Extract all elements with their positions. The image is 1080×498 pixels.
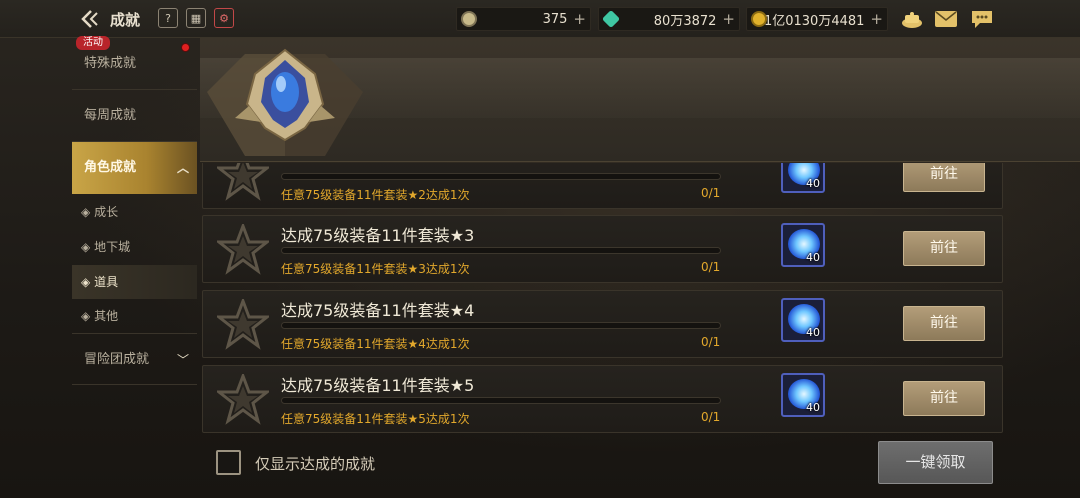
- sidebar-subitem-label: 成长: [94, 205, 119, 219]
- reward-qty: 40: [806, 177, 820, 190]
- sidebar-subitem-label: 地下城: [94, 240, 131, 254]
- sidebar-subitem-label: 其他: [94, 309, 119, 323]
- claim-all-button[interactable]: 一键领取: [878, 441, 993, 484]
- achievement-progress-bar: [281, 173, 721, 180]
- go-button[interactable]: 前往: [903, 381, 985, 416]
- sidebar-item-label: 角色成就: [84, 160, 137, 175]
- gem-currency: 80万3872 +: [598, 7, 740, 31]
- reward-qty: 40: [806, 251, 820, 264]
- event-badge: 活动: [76, 36, 110, 50]
- coin-icon: [461, 11, 477, 27]
- achievement-count: 0/1: [701, 260, 721, 274]
- sidebar-item-label: 特殊成就: [84, 56, 137, 71]
- star-emblem-icon: [217, 224, 269, 275]
- sidebar-item-label: 冒险团成就: [84, 352, 150, 367]
- help-glyph: ?: [165, 11, 171, 25]
- reward-item[interactable]: 40: [781, 223, 825, 267]
- achievement-desc: 任意75级装备11件套装★5达成1次: [281, 412, 470, 426]
- coin-plus-button[interactable]: +: [573, 11, 586, 27]
- back-arrow-icon: [81, 10, 98, 28]
- gold-value: 1亿0130万4481: [763, 13, 865, 29]
- star-emblem-icon: [217, 163, 269, 201]
- achievement-row: 任意75级装备11件套装★2达成1次 0/1 40 前往: [202, 163, 1003, 209]
- reward-item[interactable]: 40: [781, 298, 825, 342]
- reward-qty: 40: [806, 326, 820, 339]
- reward-qty: 40: [806, 401, 820, 414]
- calendar-glyph: ▦: [190, 11, 202, 25]
- show-completed-label: 仅显示达成的成就: [255, 455, 376, 473]
- gem-plus-button[interactable]: +: [722, 11, 735, 27]
- sidebar-subitem-items[interactable]: ◈ 道具: [72, 265, 197, 299]
- achievement-progress-bar: [281, 397, 721, 404]
- sidebar-subitem-growth[interactable]: ◈ 成长: [72, 195, 197, 229]
- achievement-count: 0/1: [701, 186, 721, 200]
- sidebar-subitem-dungeon[interactable]: ◈ 地下城: [72, 230, 197, 264]
- sidebar-item-character[interactable]: 角色成就 ︿: [72, 142, 197, 194]
- calendar-icon[interactable]: ▦: [186, 8, 206, 28]
- sidebar-item-weekly[interactable]: 每周成就: [72, 90, 197, 142]
- chevron-down-icon: ﹀: [176, 353, 189, 367]
- achievement-list: 任意75级装备11件套装★2达成1次 0/1 40 前往 达成75级装备11件套…: [200, 163, 1005, 433]
- notification-dot: [181, 43, 190, 52]
- achievement-desc: 任意75级装备11件套装★4达成1次: [281, 337, 470, 351]
- star-emblem-icon: [217, 299, 269, 350]
- bullet-icon: ◈: [81, 240, 91, 254]
- sidebar-item-adventure[interactable]: 冒险团成就 ﹀: [72, 333, 197, 385]
- shop-glyph: [902, 12, 922, 28]
- star-emblem-icon: [217, 374, 269, 425]
- bullet-icon: ◈: [81, 309, 91, 323]
- bullet-icon: ◈: [81, 205, 91, 219]
- mail-glyph: [935, 11, 957, 27]
- go-button[interactable]: 前往: [903, 306, 985, 341]
- gold-currency: 1亿0130万4481 +: [746, 7, 888, 31]
- gem-value: 80万3872: [653, 13, 717, 29]
- gem-icon: [601, 9, 621, 29]
- rank-emblem-icon: [207, 48, 363, 156]
- achievement-row: 达成75级装备11件套装★5 任意75级装备11件套装★5达成1次 0/1 40…: [202, 365, 1003, 433]
- coin-value: 375: [542, 11, 568, 27]
- gold-coin-icon: [751, 11, 767, 27]
- reward-item[interactable]: 40: [781, 163, 825, 193]
- category-sidebar: 特殊成就 活动 每周成就 角色成就 ︿ ◈ 成长 ◈ 地下城 ◈ 道具 ◈ 其他…: [72, 36, 197, 388]
- coin-currency: 375 +: [456, 7, 591, 31]
- sidebar-item-special[interactable]: 特殊成就 活动: [72, 36, 197, 90]
- sidebar-subitem-other[interactable]: ◈ 其他: [72, 299, 197, 333]
- achievement-progress-bar: [281, 322, 721, 329]
- back-button[interactable]: [78, 6, 104, 32]
- achievement-row: 达成75级装备11件套装★4 任意75级装备11件套装★4达成1次 0/1 40…: [202, 290, 1003, 358]
- help-icon[interactable]: ?: [158, 8, 178, 28]
- achievement-desc: 任意75级装备11件套装★2达成1次: [281, 188, 470, 202]
- achievement-title: 达成75级装备11件套装★5: [281, 376, 475, 395]
- chat-icon[interactable]: [969, 7, 995, 31]
- shop-icon[interactable]: [899, 7, 925, 31]
- sidebar-item-label: 每周成就: [84, 108, 137, 123]
- bullet-icon: ◈: [81, 275, 91, 289]
- achievement-desc: 任意75级装备11件套装★3达成1次: [281, 262, 470, 276]
- sidebar-subitem-label: 道具: [94, 275, 119, 289]
- achievement-progress-bar: [281, 247, 721, 254]
- achievement-title: 达成75级装备11件套装★3: [281, 226, 475, 245]
- mail-icon[interactable]: [933, 7, 959, 31]
- chevron-up-icon: ︿: [176, 161, 189, 175]
- achievement-title: 达成75级装备11件套装★4: [281, 301, 475, 320]
- achievement-count: 0/1: [701, 335, 721, 349]
- go-button[interactable]: 前往: [903, 231, 985, 266]
- chat-glyph: [972, 11, 992, 28]
- gift-glyph: ⚙: [219, 11, 229, 25]
- reward-item[interactable]: 40: [781, 373, 825, 417]
- top-bar: 成就 ? ▦ ⚙ 375 + 80万3872 + 1亿0130万4481 +: [0, 0, 1080, 38]
- gift-icon[interactable]: ⚙: [214, 8, 234, 28]
- achievement-count: 0/1: [701, 410, 721, 424]
- achievement-row: 达成75级装备11件套装★3 任意75级装备11件套装★3达成1次 0/1 40…: [202, 215, 1003, 283]
- go-button[interactable]: 前往: [903, 163, 985, 192]
- page-title: 成就: [110, 11, 141, 29]
- gold-plus-button[interactable]: +: [870, 11, 883, 27]
- show-completed-checkbox[interactable]: [216, 450, 241, 475]
